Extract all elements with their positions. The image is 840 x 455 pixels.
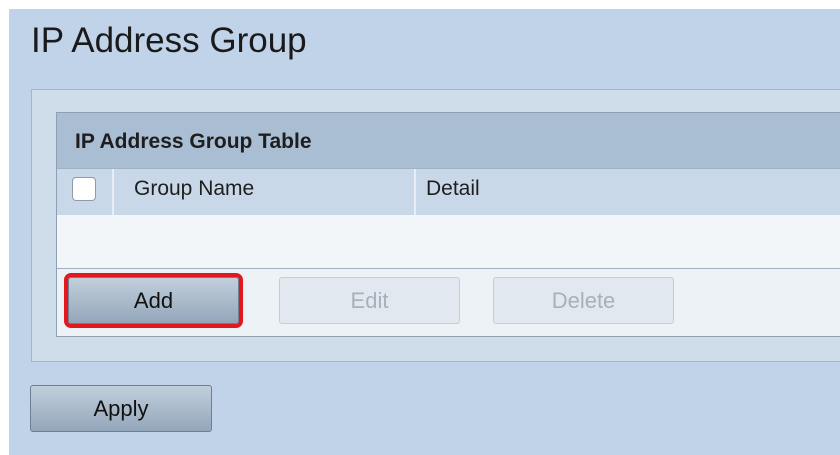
ip-address-group-panel: IP Address Group Table Group Name Detail… (31, 89, 840, 362)
delete-button[interactable]: Delete (493, 277, 674, 324)
column-label-group-name: Group Name (134, 177, 255, 200)
table-empty-row (57, 215, 840, 269)
edit-button[interactable]: Edit (279, 277, 460, 324)
column-label-detail: Detail (426, 177, 480, 200)
page-background: IP Address Group IP Address Group Table … (9, 9, 840, 455)
page-title: IP Address Group (31, 21, 307, 60)
ip-address-group-table: IP Address Group Table Group Name Detail… (56, 112, 840, 337)
column-header-row: Group Name Detail (57, 168, 840, 215)
column-header-detail: Detail (416, 169, 840, 215)
column-header-group-name: Group Name (114, 169, 416, 215)
apply-button[interactable]: Apply (30, 385, 212, 432)
select-all-checkbox[interactable] (72, 177, 96, 201)
table-title: IP Address Group Table (75, 130, 312, 153)
column-header-select (57, 169, 114, 215)
add-button[interactable]: Add (68, 277, 239, 324)
table-header: IP Address Group Table (57, 113, 840, 168)
